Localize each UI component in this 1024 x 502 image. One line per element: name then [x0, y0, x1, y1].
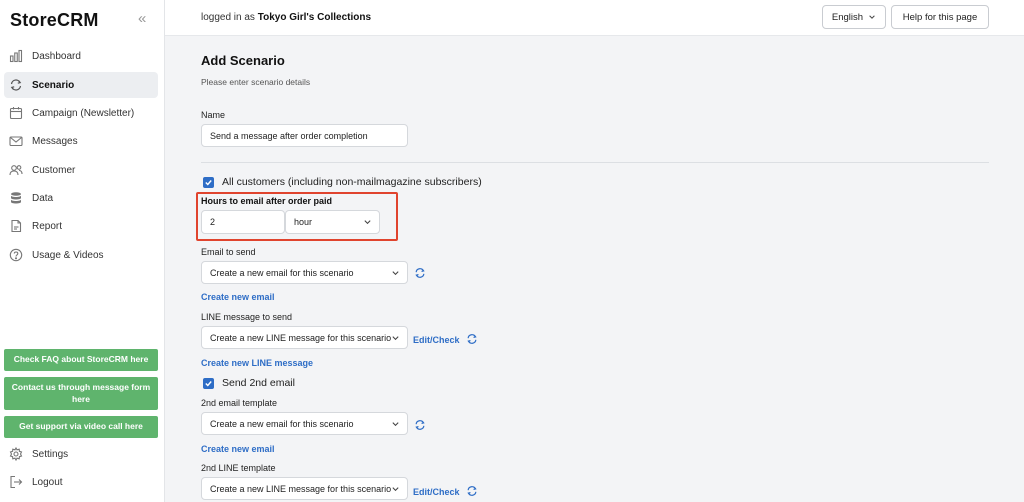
refresh-icon	[9, 78, 23, 92]
sidebar-item-scenario[interactable]: Scenario	[4, 72, 158, 98]
refresh-icon[interactable]	[414, 419, 426, 431]
language-select[interactable]: English	[822, 5, 886, 29]
sidebar: StoreCRM « Dashboard Scenario Campaign (…	[0, 0, 165, 502]
sidebar-item-campaign[interactable]: Campaign (Newsletter)	[4, 100, 158, 126]
email-label: Email to send	[201, 247, 256, 257]
sidebar-item-label: Campaign (Newsletter)	[32, 107, 135, 119]
send-2nd-email-label: Send 2nd email	[222, 377, 295, 389]
store-name: Tokyo Girl's Collections	[257, 12, 372, 23]
chevron-down-icon	[392, 421, 399, 426]
refresh-icon[interactable]	[466, 333, 478, 345]
send-2nd-email-checkbox[interactable]: Send 2nd email	[203, 377, 295, 389]
create-line-link[interactable]: Create new LINE message	[201, 358, 313, 368]
document-icon	[9, 219, 23, 233]
checkbox-checked-icon	[203, 176, 214, 188]
page-title: Add Scenario	[201, 53, 285, 68]
sidebar-item-label: Usage & Videos	[32, 249, 104, 261]
refresh-icon[interactable]	[466, 485, 478, 497]
name-label: Name	[201, 110, 226, 120]
contact-form-button[interactable]: Contact us through message form here	[4, 377, 158, 410]
refresh-icon[interactable]	[414, 267, 426, 279]
create-email-link[interactable]: Create new email	[201, 292, 275, 302]
help-button[interactable]: Help for this page	[891, 5, 989, 29]
sidebar-item-label: Messages	[32, 135, 78, 147]
line2-label: 2nd LINE template	[201, 463, 276, 473]
sidebar-item-label: Settings	[32, 448, 69, 460]
database-icon	[9, 191, 23, 205]
name-input[interactable]: Send a message after order completion	[201, 124, 408, 147]
hours-input[interactable]: 2	[201, 210, 285, 234]
top-bar: logged in as Tokyo Girl's Collections En…	[165, 0, 1024, 36]
divider	[201, 162, 989, 163]
login-status: logged in as Tokyo Girl's Collections	[201, 12, 371, 23]
checkbox-checked-icon	[203, 377, 214, 389]
line-label: LINE message to send	[201, 312, 293, 322]
envelope-icon	[9, 134, 23, 148]
line-select[interactable]: Create a new LINE message for this scena…	[201, 326, 408, 349]
sidebar-item-label: Dashboard	[32, 50, 81, 62]
sidebar-item-settings[interactable]: Settings	[4, 441, 158, 467]
main-content: Add Scenario Please enter scenario detai…	[165, 37, 1024, 502]
sidebar-item-usage-videos[interactable]: Usage & Videos	[4, 242, 158, 268]
language-label: English	[831, 11, 864, 23]
sidebar-item-customer[interactable]: Customer	[4, 157, 158, 183]
email-select-value: Create a new email for this scenario	[210, 267, 354, 278]
hours-unit-select[interactable]: hour	[285, 210, 380, 234]
chevron-down-icon	[869, 15, 875, 19]
sidebar-item-messages[interactable]: Messages	[4, 128, 158, 154]
users-icon	[9, 163, 23, 177]
chevron-down-icon	[364, 220, 371, 225]
chevron-down-icon	[392, 270, 399, 275]
question-icon	[9, 248, 23, 262]
chevron-down-icon	[392, 486, 399, 491]
collapse-sidebar-icon[interactable]: «	[138, 10, 146, 27]
logout-icon	[9, 475, 23, 489]
sidebar-item-data[interactable]: Data	[4, 185, 158, 211]
sidebar-item-report[interactable]: Report	[4, 213, 158, 239]
video-support-button[interactable]: Get support via video call here	[4, 416, 158, 438]
brand-logo: StoreCRM	[10, 10, 99, 30]
gear-icon	[9, 447, 23, 461]
all-customers-label: All customers (including non-mailmagazin…	[222, 176, 482, 188]
line-select-value: Create a new LINE message for this scena…	[210, 332, 392, 343]
page-subtitle: Please enter scenario details	[201, 77, 311, 87]
sidebar-item-dashboard[interactable]: Dashboard	[4, 43, 158, 69]
email-select[interactable]: Create a new email for this scenario	[201, 261, 408, 284]
bar-chart-icon	[9, 49, 23, 63]
create-email2-link[interactable]: Create new email	[201, 444, 275, 454]
sidebar-item-label: Logout	[32, 476, 63, 488]
line2-select-value: Create a new LINE message for this scena…	[210, 483, 392, 494]
hours-label: Hours to email after order paid	[201, 196, 333, 206]
sidebar-item-label: Scenario	[32, 79, 75, 91]
sidebar-item-logout[interactable]: Logout	[4, 469, 158, 495]
sidebar-item-label: Report	[32, 220, 63, 232]
faq-button[interactable]: Check FAQ about StoreCRM here	[4, 349, 158, 371]
chevron-down-icon	[392, 335, 399, 340]
edit-check2-link[interactable]: Edit/Check	[413, 487, 460, 497]
hours-unit-value: hour	[294, 217, 313, 227]
login-prefix: logged in as	[201, 12, 258, 23]
sidebar-item-label: Data	[32, 192, 54, 204]
edit-check-link[interactable]: Edit/Check	[413, 335, 460, 345]
calendar-icon	[9, 106, 23, 120]
sidebar-item-label: Customer	[32, 164, 76, 176]
line2-select[interactable]: Create a new LINE message for this scena…	[201, 477, 408, 500]
email2-label: 2nd email template	[201, 398, 278, 408]
email2-select[interactable]: Create a new email for this scenario	[201, 412, 408, 435]
all-customers-checkbox[interactable]: All customers (including non-mailmagazin…	[203, 176, 482, 188]
email2-select-value: Create a new email for this scenario	[210, 418, 354, 429]
